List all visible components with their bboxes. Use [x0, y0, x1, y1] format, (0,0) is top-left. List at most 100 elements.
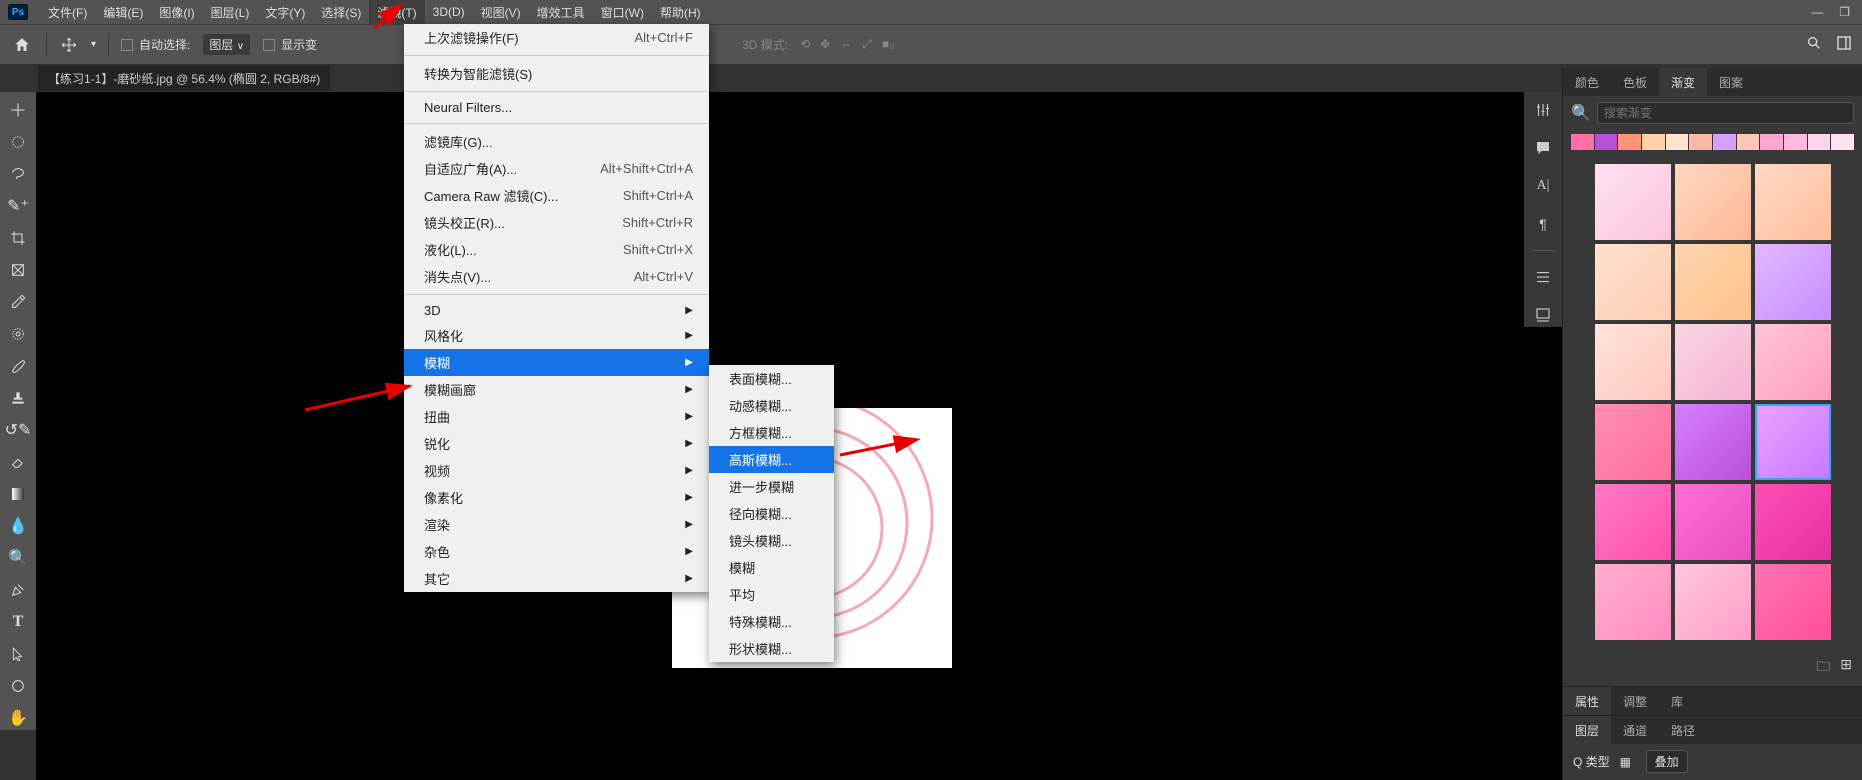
gradient-preset-small[interactable] — [1642, 134, 1665, 150]
gradient-swatch[interactable] — [1595, 404, 1671, 480]
comments-icon[interactable] — [1531, 136, 1555, 160]
stamp-tool[interactable] — [4, 386, 32, 410]
tab-swatches[interactable]: 色板 — [1611, 68, 1659, 96]
filter-menu-item[interactable]: 液化(L)...Shift+Ctrl+X — [404, 236, 709, 263]
gradient-swatch[interactable] — [1755, 164, 1831, 240]
gradient-swatch[interactable] — [1595, 564, 1671, 640]
gradient-swatch[interactable] — [1595, 244, 1671, 320]
workspace-icon[interactable] — [1836, 35, 1852, 54]
gradient-swatch[interactable] — [1675, 404, 1751, 480]
eyedropper-tool[interactable] — [4, 290, 32, 314]
paragraph-icon[interactable]: ¶ — [1531, 212, 1555, 236]
blur-submenu-item[interactable]: 模糊 — [709, 554, 834, 581]
show-transform-checkbox[interactable]: 显示变 — [263, 36, 317, 53]
menu-type[interactable]: 文字(Y) — [257, 0, 313, 24]
gradient-preset-small[interactable] — [1737, 134, 1760, 150]
folder-icon[interactable]: 🗀 — [1816, 656, 1830, 680]
gradient-swatch[interactable] — [1595, 164, 1671, 240]
libraries-icon[interactable] — [1531, 303, 1555, 327]
gradient-presets-strip[interactable] — [1571, 134, 1854, 150]
blend-mode-dropdown[interactable]: 叠加 — [1646, 750, 1688, 773]
3d-orbit-icon[interactable]: ⟲ — [800, 37, 810, 52]
menu-3d[interactable]: 3D(D) — [425, 0, 473, 24]
3d-dolly-icon[interactable]: ⇔ — [840, 37, 852, 52]
filter-menu-item[interactable]: 渲染▶ — [404, 511, 709, 538]
menu-select[interactable]: 选择(S) — [313, 0, 369, 24]
menu-view[interactable]: 视图(V) — [473, 0, 529, 24]
gradient-swatch[interactable] — [1755, 564, 1831, 640]
tab-channels[interactable]: 通道 — [1611, 716, 1659, 744]
gradient-swatch[interactable] — [1675, 484, 1751, 560]
gradient-swatch[interactable] — [1675, 164, 1751, 240]
filter-menu-item[interactable]: 3D▶ — [404, 299, 709, 322]
gradient-preset-small[interactable] — [1571, 134, 1594, 150]
menu-filter[interactable]: 滤镜(T) — [369, 0, 424, 24]
filter-menu-item[interactable]: 转换为智能滤镜(S) — [404, 60, 709, 87]
menu-layer[interactable]: 图层(L) — [203, 0, 258, 24]
blur-submenu-item[interactable]: 方框模糊... — [709, 419, 834, 446]
path-select-tool[interactable] — [4, 642, 32, 666]
layer-group-dropdown[interactable]: 图层 ∨ — [202, 33, 251, 56]
new-item-icon[interactable]: ⊞ — [1840, 656, 1852, 680]
type-tool[interactable]: T — [4, 610, 32, 634]
filter-menu-item[interactable]: 滤镜库(G)... — [404, 128, 709, 155]
3d-pan-icon[interactable]: ✥ — [820, 37, 830, 52]
tab-paths[interactable]: 路径 — [1659, 716, 1707, 744]
filter-menu-item[interactable]: 镜头校正(R)...Shift+Ctrl+R — [404, 209, 709, 236]
filter-menu-item[interactable]: 杂色▶ — [404, 538, 709, 565]
filter-menu-item[interactable]: Camera Raw 滤镜(C)...Shift+Ctrl+A — [404, 182, 709, 209]
history-brush-tool[interactable]: ↺✎ — [4, 418, 32, 442]
shape-tool[interactable] — [4, 674, 32, 698]
gradient-swatch[interactable] — [1755, 404, 1831, 480]
gradient-preset-small[interactable] — [1713, 134, 1736, 150]
healing-tool[interactable] — [4, 322, 32, 346]
lasso-tool[interactable] — [4, 162, 32, 186]
filter-menu-item[interactable]: 上次滤镜操作(F)Alt+Ctrl+F — [404, 24, 709, 51]
tab-color[interactable]: 颜色 — [1563, 68, 1611, 96]
search-icon[interactable] — [1806, 35, 1822, 54]
gradient-preset-small[interactable] — [1666, 134, 1689, 150]
3d-camera-icon[interactable]: ■₀ — [882, 37, 894, 52]
gradient-preset-small[interactable] — [1831, 134, 1854, 150]
gradient-swatch[interactable] — [1675, 244, 1751, 320]
tab-adjustments[interactable]: 调整 — [1611, 687, 1659, 715]
minimize-icon[interactable]: — — [1811, 5, 1823, 19]
tab-layers[interactable]: 图层 — [1563, 716, 1611, 744]
frame-tool[interactable] — [4, 258, 32, 282]
gradient-swatch[interactable] — [1755, 244, 1831, 320]
gradient-preset-small[interactable] — [1784, 134, 1807, 150]
blur-submenu-item[interactable]: 特殊模糊... — [709, 608, 834, 635]
gradient-preset-small[interactable] — [1595, 134, 1618, 150]
blur-submenu-item[interactable]: 进一步模糊 — [709, 473, 834, 500]
document-tab[interactable]: 【练习1-1】-磨砂纸.jpg @ 56.4% (椭圆 2, RGB/8#) — [38, 66, 330, 91]
menu-window[interactable]: 窗口(W) — [593, 0, 652, 24]
filter-menu-item[interactable]: 其它▶ — [404, 565, 709, 592]
history-icon[interactable] — [1531, 265, 1555, 289]
eraser-tool[interactable] — [4, 450, 32, 474]
adjustments-icon[interactable] — [1531, 98, 1555, 122]
filter-menu-item[interactable]: 模糊画廊▶ — [404, 376, 709, 403]
gradient-tool[interactable] — [4, 482, 32, 506]
chevron-down-icon[interactable]: ▾ — [91, 39, 96, 50]
maximize-icon[interactable]: ❐ — [1839, 5, 1850, 19]
filter-menu-item[interactable]: 模糊▶ — [404, 349, 709, 376]
filter-menu-item[interactable]: 锐化▶ — [404, 430, 709, 457]
auto-select-checkbox[interactable]: 自动选择: — [121, 36, 190, 53]
filter-menu-item[interactable]: Neural Filters... — [404, 96, 709, 119]
pen-tool[interactable] — [4, 578, 32, 602]
tab-gradients[interactable]: 渐变 — [1659, 68, 1707, 96]
menu-file[interactable]: 文件(F) — [40, 0, 95, 24]
gradient-preset-small[interactable] — [1808, 134, 1831, 150]
crop-tool[interactable] — [4, 226, 32, 250]
filter-menu-item[interactable]: 自适应广角(A)...Alt+Shift+Ctrl+A — [404, 155, 709, 182]
3d-slide-icon[interactable]: ⤢ — [862, 37, 872, 52]
filter-pixel-icon[interactable]: ▦ — [1620, 755, 1636, 769]
filter-menu-item[interactable]: 像素化▶ — [404, 484, 709, 511]
blur-submenu-item[interactable]: 高斯模糊... — [709, 446, 834, 473]
blur-submenu-item[interactable]: 平均 — [709, 581, 834, 608]
tab-patterns[interactable]: 图案 — [1707, 68, 1755, 96]
dodge-tool[interactable]: 🔍 — [4, 546, 32, 570]
menu-help[interactable]: 帮助(H) — [652, 0, 709, 24]
search-input[interactable] — [1597, 102, 1854, 124]
blur-submenu-item[interactable]: 形状模糊... — [709, 635, 834, 662]
